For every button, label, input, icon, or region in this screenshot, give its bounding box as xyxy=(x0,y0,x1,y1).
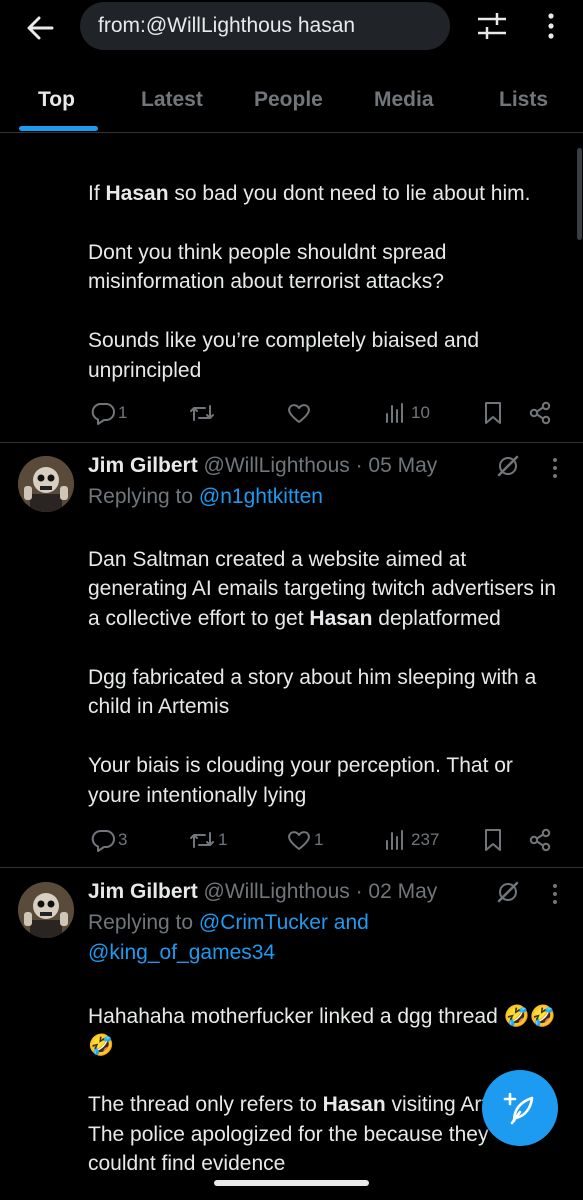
like-button[interactable]: 1 xyxy=(286,825,323,855)
arrow-left-icon xyxy=(27,16,54,40)
retweet-count: 1 xyxy=(218,830,228,849)
sliders-icon xyxy=(478,13,506,39)
author-handle[interactable]: @WillLighthous xyxy=(204,880,350,903)
compose-button[interactable] xyxy=(482,1070,558,1146)
speech-bubble-icon xyxy=(91,830,115,852)
retweet-button[interactable]: 1 xyxy=(188,825,227,855)
tweet-date[interactable]: · 02 May xyxy=(356,880,438,903)
tweet-text: Dan Saltman created a website aimed at g… xyxy=(88,547,562,807)
avatar-image xyxy=(18,882,74,938)
tab-people[interactable]: People xyxy=(254,88,323,112)
search-tabs: Top Latest People Media Lists xyxy=(0,72,583,133)
search-input[interactable]: from:@WillLighthous hasan xyxy=(80,2,450,50)
bookmark-icon xyxy=(485,402,501,424)
back-button[interactable] xyxy=(22,10,58,46)
tab-media[interactable]: Media xyxy=(374,88,434,112)
views-button[interactable]: 237 xyxy=(383,825,439,855)
tab-lists[interactable]: Lists xyxy=(499,88,548,112)
retweet-icon xyxy=(190,832,214,848)
view-count: 10 xyxy=(411,403,430,422)
like-button[interactable] xyxy=(286,398,314,428)
vertical-dots-icon xyxy=(548,13,554,39)
like-count: 1 xyxy=(314,830,324,849)
share-button[interactable] xyxy=(527,825,553,855)
tweet-header: Jim Gilbert @WillLighthous · 05 May xyxy=(88,452,437,480)
bar-chart-icon xyxy=(386,830,403,850)
heart-icon xyxy=(288,831,310,850)
avatar[interactable] xyxy=(18,882,74,938)
tab-latest[interactable]: Latest xyxy=(141,88,203,112)
more-options-button[interactable] xyxy=(536,8,566,44)
feather-plus-icon xyxy=(503,1092,534,1125)
tweet-actions: 3 1 1 237 xyxy=(88,825,563,855)
reply-count: 1 xyxy=(118,403,128,422)
retweet-button[interactable] xyxy=(188,398,218,428)
replying-to: Replying to @CrimTucker and xyxy=(88,911,369,934)
bookmark-icon xyxy=(485,829,501,851)
tweet-more-button[interactable] xyxy=(545,455,565,481)
grok-slash-icon xyxy=(497,881,519,903)
view-count: 237 xyxy=(411,830,440,849)
tweet-text: If Hasan so bad you dont need to lie abo… xyxy=(88,181,531,382)
bookmark-button[interactable] xyxy=(481,825,505,855)
mention-link[interactable]: @CrimTucker and xyxy=(199,911,369,934)
author-name[interactable]: Jim Gilbert xyxy=(88,880,198,903)
avatar[interactable] xyxy=(18,456,74,512)
grok-button[interactable] xyxy=(495,879,521,905)
grok-slash-icon xyxy=(497,455,519,477)
tweet-text: Hahahaha motherfucker linked a dgg threa… xyxy=(88,1004,556,1176)
author-handle[interactable]: @WillLighthous xyxy=(204,454,350,477)
speech-bubble-icon xyxy=(91,403,115,425)
vertical-dots-icon xyxy=(553,458,557,478)
reply-count: 3 xyxy=(118,830,128,849)
tab-top[interactable]: Top xyxy=(38,88,75,112)
reply-button[interactable]: 3 xyxy=(90,825,127,855)
tweet-divider xyxy=(0,867,583,868)
author-name[interactable]: Jim Gilbert xyxy=(88,454,198,477)
tweet-date[interactable]: · 05 May xyxy=(356,454,438,477)
vertical-dots-icon xyxy=(553,884,557,904)
retweet-icon xyxy=(190,405,214,421)
scrollbar[interactable] xyxy=(577,148,582,240)
heart-icon xyxy=(288,404,310,423)
replying-to: Replying to @n1ghtkitten xyxy=(88,485,323,508)
replying-to-continued: @king_of_games34 xyxy=(88,939,275,967)
tweet-divider xyxy=(0,442,583,443)
bar-chart-icon xyxy=(386,403,403,423)
filter-button[interactable] xyxy=(472,8,512,44)
share-button[interactable] xyxy=(527,398,553,428)
top-bar: from:@WillLighthous hasan xyxy=(0,0,583,56)
views-button[interactable]: 10 xyxy=(383,398,430,428)
avatar-image xyxy=(18,456,74,512)
mention-link[interactable]: @king_of_games34 xyxy=(88,941,275,964)
bookmark-button[interactable] xyxy=(481,398,505,428)
tweet-header: Jim Gilbert @WillLighthous · 02 May xyxy=(88,878,437,906)
tweet-more-button[interactable] xyxy=(545,881,565,907)
share-icon xyxy=(529,401,551,425)
grok-button[interactable] xyxy=(495,453,521,479)
reply-button[interactable]: 1 xyxy=(90,398,127,428)
home-indicator[interactable] xyxy=(214,1180,369,1186)
mention-link[interactable]: @n1ghtkitten xyxy=(199,485,323,508)
share-icon xyxy=(529,828,551,852)
active-tab-indicator xyxy=(19,126,98,131)
tweet-actions: 1 10 xyxy=(88,398,563,428)
